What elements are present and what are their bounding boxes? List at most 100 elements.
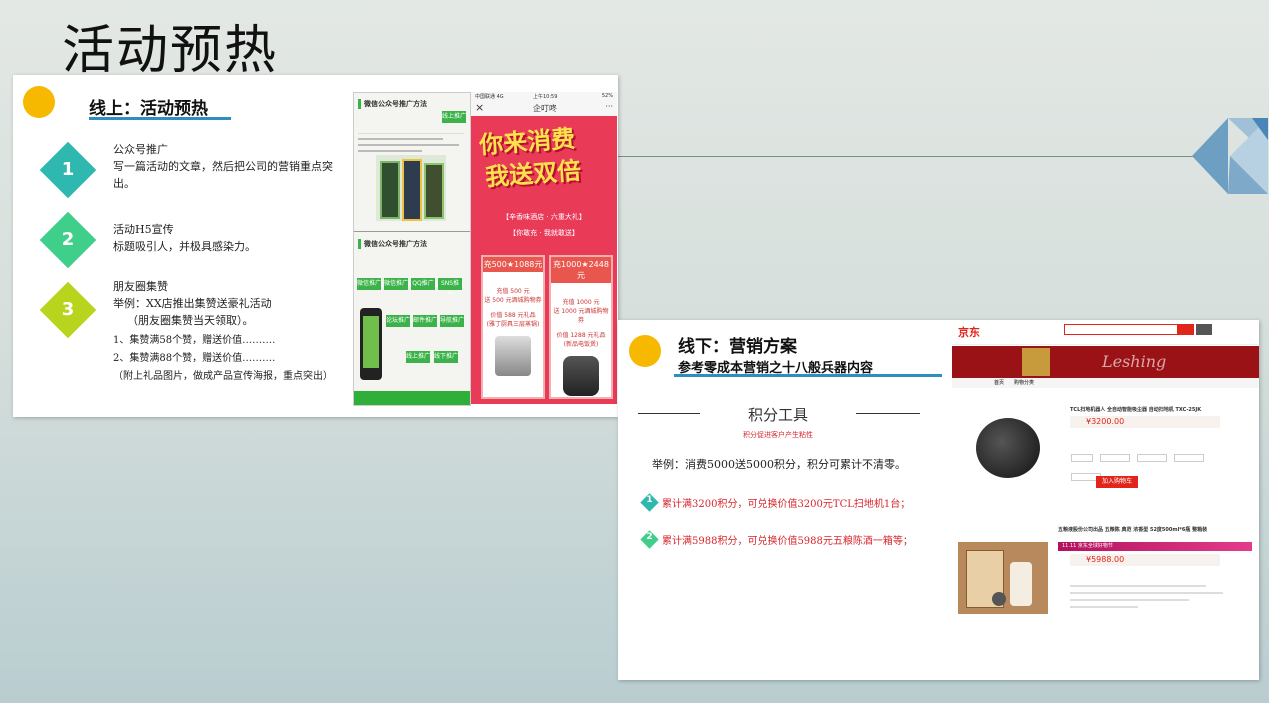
coupon-1000-line3: 价值 1288 元礼品 — [556, 332, 606, 339]
phone-status-bar: 中国联通 4G 上午10:59 52% × 企叮咚 ··· — [471, 92, 617, 116]
step-3-text: 朋友圈集赞 举例：XX店推出集赞送豪礼活动 （朋友圈集赞当天领取）。 — [113, 278, 343, 329]
btn-wechat-promo-1: 微信推广 — [357, 278, 381, 290]
price-box-1: ¥3200.00 — [1070, 416, 1220, 428]
step-3-sub-2: 2、集赞满88个赞，赠送价值………. — [113, 353, 276, 364]
battery-text: 52% — [601, 93, 613, 99]
coupon-1000: 充1000★2448元 充值 1000 元 送 1000 元酒城购物券 价值 1… — [549, 255, 613, 399]
offline-section-title: 线下：营销方案 — [678, 337, 797, 357]
point-1-number: 1 — [646, 495, 653, 505]
product-2-price: ¥5988.00 — [1086, 555, 1125, 564]
step-3-sub-1: 1、集赞满58个赞，赠送价值………. — [113, 335, 276, 346]
step-3-sub-3: （附上礼品图片，做成产品宣传海报，重点突出） — [113, 371, 333, 382]
product-1-title: TCL扫地机器人 全自动智能吸尘器 自动扫地机 TXC-25JK — [1070, 407, 1202, 413]
decorative-arrows-icon — [1192, 118, 1268, 194]
step-1-number: 1 — [61, 159, 75, 180]
yellow-dot-icon — [629, 335, 661, 367]
coupon-1000-line1: 充值 1000 元 — [562, 299, 600, 306]
coupon-500: 充500★1088元 充值 500 元 送 500 元酒城购物券 价值 588 … — [481, 255, 545, 399]
article-text-block — [358, 133, 464, 154]
more-icon[interactable]: ··· — [605, 102, 613, 111]
point-1-text: 累计满3200积分，可兑换价值3200元TCL扫地机1台； — [662, 499, 911, 510]
yellow-dot-icon — [23, 86, 55, 118]
campaign-subtitle: 【辛香味酒店 · 六重大礼】 — [502, 213, 586, 221]
coupon-500-head: 充500★1088元 — [483, 257, 543, 272]
jd-search-button[interactable] — [1178, 324, 1194, 335]
variant-options — [1070, 448, 1230, 481]
jd-nav-home[interactable]: 首页 — [994, 379, 1004, 386]
step-1-text: 公众号推广 写一篇活动的文章，然后把公司的营销重点突出。 — [113, 141, 343, 192]
h5-campaign-screenshot: 中国联通 4G 上午10:59 52% × 企叮咚 ··· 你来消费 我送双倍 … — [471, 92, 617, 404]
green-marker-icon — [358, 239, 361, 249]
product-2-details — [1070, 580, 1240, 620]
tool-title-left-rule — [638, 413, 700, 414]
liquor-box-image — [958, 542, 1048, 614]
btn-sns-promo: SNS推广 — [438, 278, 462, 299]
point-2-number: 2 — [646, 532, 653, 542]
tag-online-2: 线上推广 — [406, 351, 430, 363]
btn-nav-promo: 导航推广 — [440, 315, 464, 327]
tool-subtitle: 积分促进客户产生粘性 — [743, 431, 813, 439]
btn-email-promo: 邮件推广 — [413, 315, 437, 327]
phone-collage-image — [376, 155, 446, 221]
point-2-text: 累计满5988积分，可兑换价值5988元五粮陈酒一箱等； — [662, 536, 913, 547]
jd-nav: 首页 购物分类 — [952, 378, 1259, 388]
btn-wechat-promo-2: 微信推广 — [384, 278, 408, 290]
jd-product-screenshot: 京东 Leshing 首页 购物分类 TCL扫地机器人 全自动智能吸尘器 自动扫… — [952, 320, 1259, 632]
jd-cart-button[interactable] — [1196, 324, 1212, 335]
carrier-text: 中国联通 4G — [475, 94, 504, 100]
play-video-icon[interactable] — [992, 592, 1006, 606]
rice-cooker-image — [563, 356, 599, 396]
store-signature: Leshing — [1102, 352, 1167, 371]
example-text: 举例：消费5000送5000积分，积分可累计不清零。 — [652, 458, 906, 471]
jd-nav-category[interactable]: 购物分类 — [1014, 379, 1034, 386]
clock-text: 上午10:59 — [533, 94, 558, 100]
promo-banner: 11.11 京东全球好物节 — [1058, 542, 1252, 551]
coupon-500-line2: 送 500 元酒城购物券 — [484, 297, 542, 304]
coupon-500-line1: 充值 500 元 — [496, 288, 530, 295]
step-1-title: 公众号推广 — [113, 143, 168, 156]
step-3-number: 3 — [61, 299, 75, 320]
jd-search-input[interactable] — [1064, 324, 1178, 335]
online-slide-card: 线上：活动预热 1 公众号推广 写一篇活动的文章，然后把公司的营销重点突出。 2… — [13, 75, 618, 417]
title-underline — [89, 117, 231, 120]
coupon-1000-head: 充1000★2448元 — [551, 257, 611, 283]
jd-topbar: 京东 — [952, 320, 1259, 345]
wechat-promo-screenshot: 微信公众号推广方法 线上推广 微信公众号推广方法 微信推广 微信推广 QQ推广 … — [353, 92, 471, 406]
tag-online-1: 线上推广 — [442, 111, 466, 123]
store-logo-icon — [1022, 348, 1050, 376]
subtitle-underline — [674, 374, 942, 377]
phone-image — [360, 308, 382, 380]
offline-slide-card: 线下：营销方案 参考零成本营销之十八般兵器内容 积分工具 积分促进客户产生粘性 … — [618, 320, 1259, 680]
add-to-cart-button[interactable]: 加入购物车 — [1096, 476, 1138, 488]
btn-qq-promo: QQ推广 — [411, 278, 435, 290]
tag-offline: 线下推广 — [434, 351, 458, 363]
close-icon[interactable]: × — [475, 101, 484, 114]
divider-line — [618, 156, 1200, 157]
jd-store-banner: Leshing — [952, 346, 1259, 378]
step-2-text: 活动H5宣传 标题吸引人，并极具感染力。 — [113, 221, 343, 255]
robot-vacuum-image — [962, 404, 1054, 494]
step-1-desc: 写一篇活动的文章，然后把公司的营销重点突出。 — [113, 160, 333, 190]
price-box-2: ¥5988.00 — [1070, 554, 1220, 566]
campaign-tagline: 【你敢充 · 我就敢送】 — [509, 229, 579, 237]
divider — [354, 231, 470, 232]
green-footer — [354, 391, 470, 405]
page-title: 活动预热 — [62, 21, 279, 81]
tool-title: 积分工具 — [747, 406, 808, 424]
coupon-500-line3: 价值 588 元礼品 — [490, 312, 536, 319]
btn-forum-promo: 论坛推广 — [386, 315, 410, 327]
wechat-header-1: 微信公众号推广方法 — [364, 100, 427, 108]
tool-title-right-rule — [856, 413, 920, 414]
coupon-1000-line2: 送 1000 元酒城购物券 — [553, 308, 609, 324]
step-3-desc: 举例：XX店推出集赞送豪礼活动 — [113, 297, 272, 310]
step-3-desc2: （朋友圈集赞当天领取）。 — [127, 314, 254, 327]
banner-line-2: 我送双倍 — [484, 156, 583, 192]
step-2-title: 活动H5宣传 — [113, 223, 174, 236]
product-2-title: 五粮液股份公司出品 五粮陈 典范 浓香型 52度500ml*6瓶 整箱装 — [1058, 527, 1208, 533]
step-2-number: 2 — [61, 229, 75, 250]
app-title: 企叮咚 — [533, 104, 557, 113]
step-3-sublist: 1、集赞满58个赞，赠送价值………. 2、集赞满88个赞，赠送价值………. （附… — [113, 332, 353, 386]
wechat-header-2: 微信公众号推广方法 — [364, 240, 427, 248]
coupon-500-line4: (雅丁厨具三层蒸锅) — [486, 321, 540, 328]
steamer-pot-image — [495, 336, 531, 376]
